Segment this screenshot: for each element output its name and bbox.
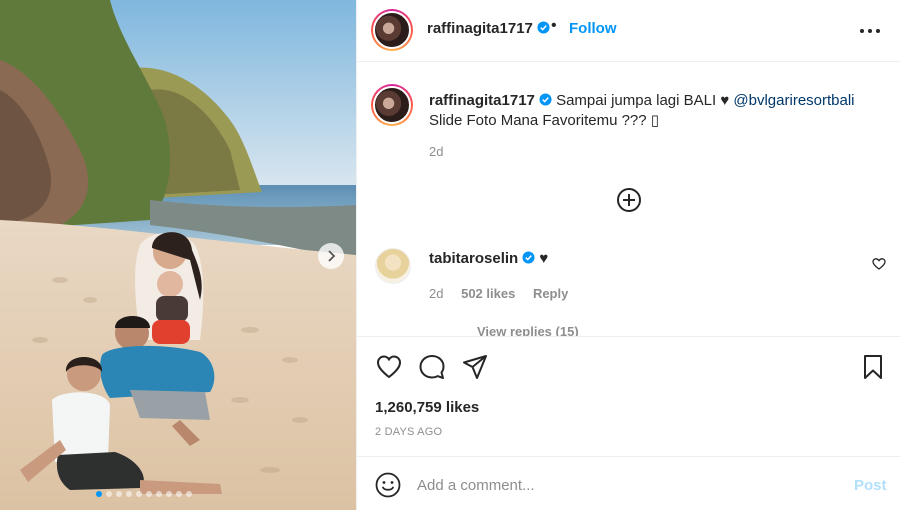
next-photo-button[interactable] — [318, 243, 344, 269]
comment-item: tabitaroselin ♥ 2d 502 likes Reply View … — [357, 240, 900, 336]
carousel-dot — [166, 491, 172, 497]
comment-reply-button[interactable]: Reply — [533, 286, 568, 301]
caption-username[interactable]: raffinagita1717 — [429, 92, 535, 109]
carousel-dot — [146, 491, 152, 497]
carousel-dot-active — [96, 491, 102, 497]
author-avatar[interactable] — [371, 9, 413, 51]
comment-icon[interactable] — [418, 353, 446, 381]
comment-text: tabitaroselin ♥ — [429, 250, 548, 267]
caption-missing-glyph: ▯ — [650, 112, 660, 129]
comment-input[interactable] — [417, 471, 817, 499]
carousel-dot — [106, 491, 112, 497]
commenter-avatar[interactable] — [375, 248, 411, 284]
emoji-icon[interactable] — [375, 472, 401, 498]
post-side-panel: raffinagita1717 • Follow raffinagita1717… — [356, 0, 900, 510]
carousel-dot — [156, 491, 162, 497]
post-comment-button[interactable]: Post — [854, 477, 887, 494]
chevron-right-icon — [328, 250, 336, 262]
bookmark-icon[interactable] — [859, 353, 887, 381]
carousel-dot — [176, 491, 182, 497]
caption-heart: ♥ — [720, 92, 730, 109]
carousel-dot — [116, 491, 122, 497]
caption-author-avatar[interactable] — [371, 84, 413, 126]
carousel-dot — [126, 491, 132, 497]
author-username[interactable]: raffinagita1717 — [427, 20, 550, 37]
comment-likes[interactable]: 502 likes — [461, 286, 515, 301]
caption-body: Sampai jumpa lagi BALI — [556, 92, 717, 109]
post-photo[interactable] — [0, 0, 356, 510]
comment-heart: ♥ — [539, 250, 549, 267]
heart-icon[interactable] — [375, 353, 403, 381]
verified-badge-icon — [537, 21, 550, 34]
follow-button[interactable]: Follow — [569, 20, 617, 37]
carousel-dots — [96, 491, 192, 497]
more-options-icon[interactable] — [859, 23, 881, 39]
carousel-dot — [186, 491, 192, 497]
comment-like-icon[interactable] — [872, 257, 886, 271]
caption-mention-link[interactable]: @bvlgariresortbali — [733, 92, 854, 109]
post-actions: 1,260,759 likes 2 DAYS AGO — [357, 336, 900, 456]
share-icon[interactable] — [461, 353, 489, 381]
comment-timestamp[interactable]: 2d — [429, 286, 443, 301]
post-header: raffinagita1717 • Follow — [357, 0, 900, 62]
likes-count[interactable]: 1,260,759 likes — [375, 399, 479, 416]
commenter-username[interactable]: tabitaroselin — [429, 250, 518, 267]
caption-line2: Slide Foto Mana Favoritemu ??? — [429, 112, 651, 129]
verified-badge-icon — [539, 93, 552, 106]
post-date[interactable]: 2 DAYS AGO — [375, 426, 442, 438]
verified-badge-icon — [522, 251, 535, 264]
comment-meta: 2d 502 likes Reply — [429, 286, 582, 301]
load-more-comments-icon[interactable] — [616, 187, 642, 213]
add-comment-bar: Post — [357, 456, 900, 510]
view-replies-button[interactable]: View replies (15) — [477, 324, 579, 336]
header-separator: • — [551, 17, 557, 34]
caption-timestamp[interactable]: 2d — [429, 144, 443, 159]
caption-text: raffinagita1717 Sampai jumpa lagi BALI ♥… — [429, 91, 879, 131]
carousel-dot — [136, 491, 142, 497]
beach-family-photo — [0, 0, 356, 510]
